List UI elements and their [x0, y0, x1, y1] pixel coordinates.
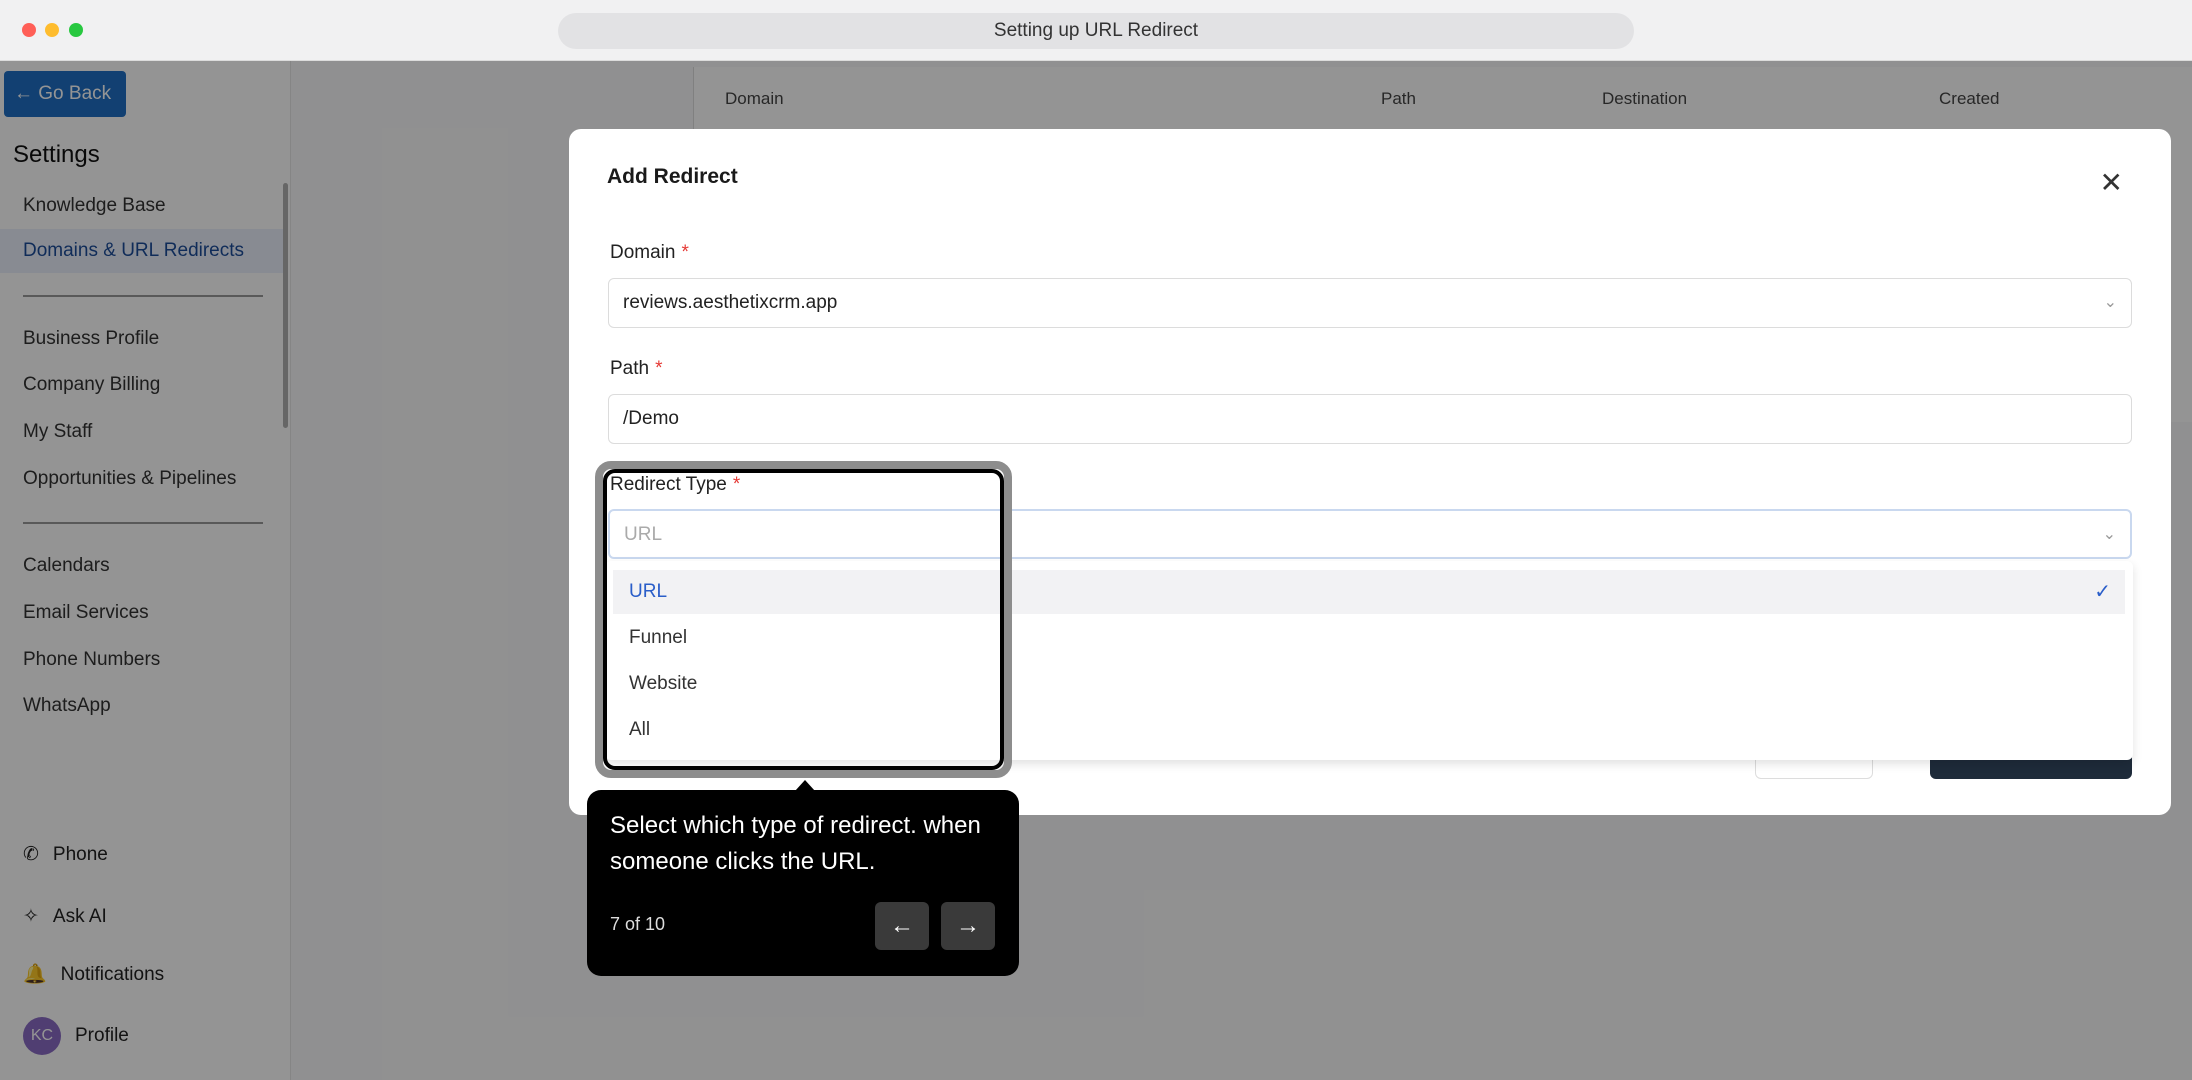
tour-tooltip: Select which type of redirect. when some… — [587, 790, 1019, 976]
close-window-button[interactable] — [22, 23, 36, 37]
domain-value: reviews.aesthetixcrm.app — [623, 292, 838, 313]
path-input[interactable]: /Demo — [608, 394, 2132, 444]
domain-label: Domain * — [610, 242, 689, 264]
path-label-text: Path — [610, 358, 650, 379]
required-mark: * — [655, 358, 663, 379]
minimize-window-button[interactable] — [45, 23, 59, 37]
next-step-button[interactable]: → — [941, 902, 995, 950]
domain-select[interactable]: reviews.aesthetixcrm.app ⌄ — [608, 278, 2132, 328]
title-bar: Setting up URL Redirect — [0, 0, 2192, 61]
tooltip-step-counter: 7 of 10 — [610, 914, 666, 934]
arrow-left-icon: ← — [890, 912, 914, 939]
check-icon: ✓ — [2094, 581, 2111, 603]
path-label: Path * — [610, 358, 663, 380]
required-mark: * — [681, 242, 689, 263]
address-bar[interactable]: Setting up URL Redirect — [558, 13, 1634, 49]
close-icon[interactable]: ✕ — [2100, 169, 2123, 197]
tour-highlight-border — [603, 469, 1004, 770]
maximize-window-button[interactable] — [69, 23, 83, 37]
browser-window: Setting up URL Redirect ← Go Back Settin… — [0, 0, 2192, 1080]
previous-step-button[interactable]: ← — [875, 902, 929, 950]
chevron-down-icon: ⌄ — [2102, 526, 2116, 543]
arrow-right-icon: → — [956, 912, 980, 939]
domain-label-text: Domain — [610, 242, 676, 263]
chevron-down-icon: ⌄ — [2103, 294, 2117, 311]
modal-title: Add Redirect — [607, 165, 738, 188]
tooltip-text: Select which type of redirect. when some… — [610, 812, 981, 875]
path-value: /Demo — [623, 408, 679, 429]
